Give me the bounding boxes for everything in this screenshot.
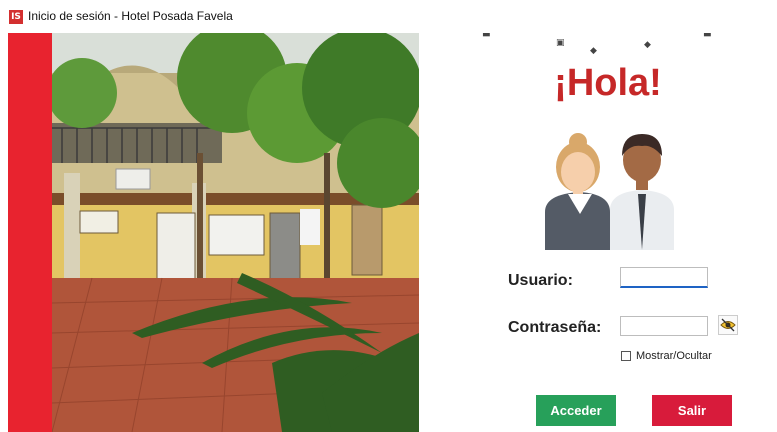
confetti-mark: ▣ xyxy=(556,38,565,48)
user-label: Usuario: xyxy=(508,272,573,289)
password-label: Contraseña: xyxy=(508,319,602,336)
title-bar: IS Inicio de sesión - Hotel Posada Favel… xyxy=(0,0,777,30)
password-visibility-toggle[interactable] xyxy=(718,315,738,335)
login-button[interactable]: Acceder xyxy=(536,395,616,426)
accent-strip xyxy=(8,33,52,432)
exit-button[interactable]: Salir xyxy=(652,395,732,426)
users-avatar-icon xyxy=(540,122,680,250)
show-hide-checkbox[interactable] xyxy=(621,351,631,361)
eye-toggle-icon xyxy=(720,318,736,332)
window-title: Inicio de sesión - Hotel Posada Favela xyxy=(28,9,233,23)
confetti-mark: ▬ xyxy=(703,30,712,40)
hotel-courtyard-photo xyxy=(52,33,419,432)
show-hide-label: Mostrar/Ocultar xyxy=(636,350,712,362)
confetti-mark: ▬ xyxy=(482,30,491,40)
show-hide-row[interactable]: Mostrar/Ocultar xyxy=(621,350,712,362)
app-logo-icon: IS xyxy=(9,10,23,24)
confetti-mark: ◆ xyxy=(590,46,597,56)
greeting-heading: ¡Hola! xyxy=(554,62,662,104)
user-input[interactable] xyxy=(620,267,708,288)
confetti-mark: ◆ xyxy=(644,40,651,50)
password-input[interactable] xyxy=(620,316,708,336)
